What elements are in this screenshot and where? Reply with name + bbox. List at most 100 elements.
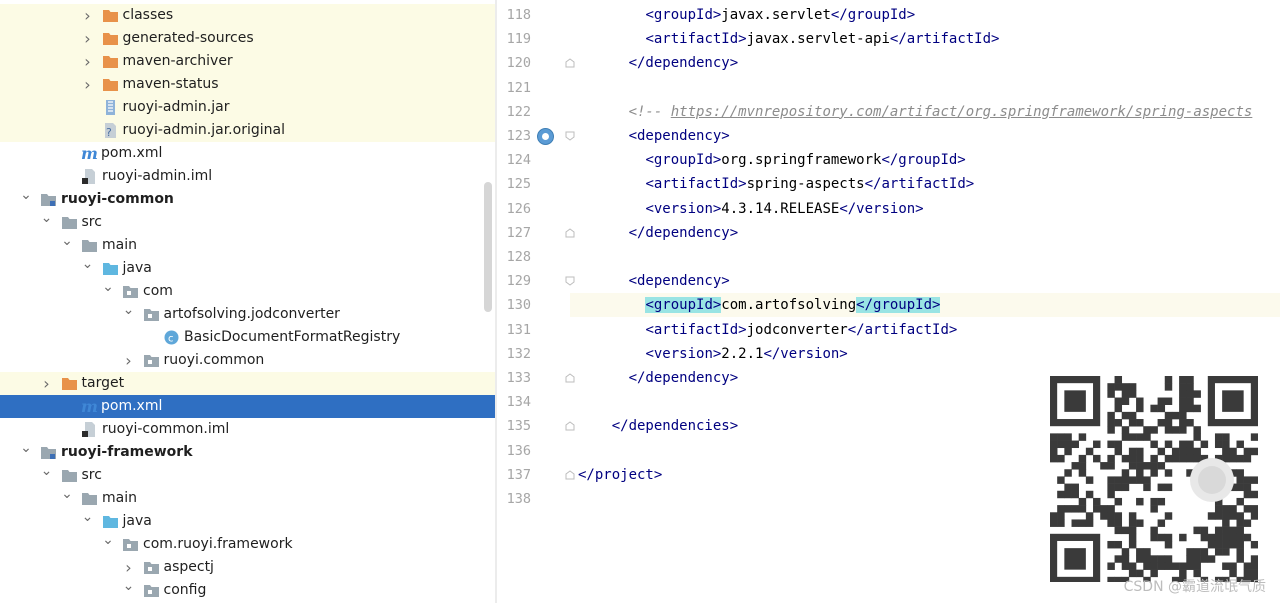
chevron-right-icon[interactable]: › xyxy=(80,73,96,96)
tree-row[interactable]: ruoyi-admin.jar xyxy=(0,95,495,119)
tree-row[interactable]: › ruoyi.common xyxy=(0,349,495,372)
tree-row[interactable]: ⌄ main xyxy=(0,487,495,510)
tree-row[interactable]: ruoyi-admin.iml xyxy=(0,165,495,188)
tree-row[interactable]: › generated-sources xyxy=(0,26,495,50)
code-line-current[interactable]: <groupId>com.artofsolving</groupId> xyxy=(570,293,1280,318)
tree-row-label: main xyxy=(102,489,137,506)
tree-row[interactable]: ⌄ java xyxy=(0,257,495,280)
code-line[interactable]: </dependencies> xyxy=(578,414,738,438)
chevron-right-icon[interactable]: › xyxy=(80,27,96,50)
line-number: 137 xyxy=(506,466,531,483)
chevron-right-icon[interactable]: › xyxy=(121,349,137,372)
package-icon xyxy=(122,536,139,553)
code-line[interactable]: </dependency> xyxy=(578,366,739,390)
chevron-right-icon[interactable]: › xyxy=(121,556,137,579)
line-number: 133 xyxy=(506,370,531,386)
chevron-down-icon[interactable]: ⌄ xyxy=(100,280,116,303)
chevron-down-icon[interactable]: ⌄ xyxy=(39,464,55,487)
fold-marker-icon[interactable] xyxy=(565,373,575,383)
chevron-down-icon[interactable]: ⌄ xyxy=(18,188,34,211)
tree-row[interactable]: m pom.xml xyxy=(0,142,495,165)
code-token: </artifactId> xyxy=(847,321,958,338)
chevron-right-icon[interactable]: › xyxy=(39,372,55,395)
svg-text:?: ? xyxy=(106,126,112,139)
tree-row-label: ruoyi-admin.jar.original xyxy=(122,121,285,138)
code-token: <version> xyxy=(645,200,722,217)
tree-row[interactable]: ⌄ config xyxy=(0,579,495,602)
code-line[interactable]: <artifactId>spring-aspects</artifactId> xyxy=(578,172,974,196)
chevron-right-icon[interactable]: › xyxy=(80,4,96,27)
line-number: 118 xyxy=(506,7,531,23)
fold-marker-icon[interactable] xyxy=(565,276,575,286)
code-line[interactable]: <version>2.2.1</version> xyxy=(578,342,847,366)
code-line[interactable]: <dependency> xyxy=(578,124,730,148)
tree-row[interactable]: › classes xyxy=(0,3,495,27)
fold-marker-icon[interactable] xyxy=(565,228,575,238)
code-token: jodconverter xyxy=(746,321,848,338)
code-line[interactable]: <groupId>javax.servlet</groupId> xyxy=(578,3,915,27)
code-token: </dependency> xyxy=(628,370,739,386)
fold-marker-icon[interactable] xyxy=(565,421,575,431)
chevron-down-icon[interactable]: ⌄ xyxy=(121,579,137,602)
code-token: 2.2.1 xyxy=(721,345,764,362)
tree-scrollbar[interactable] xyxy=(484,182,492,312)
line-number: 125 xyxy=(506,176,531,193)
tree-row[interactable]: ⌄ artofsolving.jodconverter xyxy=(0,303,495,326)
fold-marker-icon[interactable] xyxy=(565,131,575,141)
tree-row[interactable]: › target xyxy=(0,371,495,395)
chevron-down-icon[interactable]: ⌄ xyxy=(39,211,55,234)
chevron-down-icon[interactable]: ⌄ xyxy=(59,234,75,257)
tree-row-label: ruoyi-admin.jar xyxy=(122,98,230,115)
tree-row[interactable]: › aspectj xyxy=(0,556,495,579)
code-line[interactable]: </dependency> xyxy=(578,221,739,245)
line-number: 130 xyxy=(506,297,531,314)
tree-row[interactable]: ⌄ ruoyi-common xyxy=(0,188,495,211)
svg-text:m: m xyxy=(81,145,98,162)
package-icon xyxy=(122,283,139,300)
project-tree[interactable]: › classes › generated-sources › maven-archive… xyxy=(0,0,495,603)
code-line[interactable]: <artifactId>jodconverter</artifactId> xyxy=(578,318,957,342)
line-number: 120 xyxy=(506,55,531,72)
code-line[interactable]: <dependency> xyxy=(578,269,730,293)
code-token: <groupId> xyxy=(645,7,722,23)
code-line[interactable]: <groupId>org.springframework</groupId> xyxy=(578,148,965,172)
tree-row-selected[interactable]: m pom.xml xyxy=(0,394,495,418)
tree-row[interactable]: c BasicDocumentFormatRegistry xyxy=(0,326,495,349)
line-number: 128 xyxy=(506,249,531,265)
code-line[interactable]: <!-- https://mvnrepository.com/artifact/… xyxy=(578,100,1253,124)
chevron-right-icon[interactable]: › xyxy=(80,50,96,73)
fold-marker-icon[interactable] xyxy=(565,470,575,480)
code-token: <dependency> xyxy=(628,273,730,290)
code-line[interactable]: <version>4.3.14.RELEASE</version> xyxy=(578,197,923,221)
fold-marker-icon[interactable] xyxy=(565,58,575,68)
code-token: </groupId> xyxy=(856,297,941,314)
tree-row[interactable]: › maven-status xyxy=(0,72,495,96)
tree-row-label: ruoyi-framework xyxy=(61,443,193,460)
tree-row[interactable]: ⌄ src xyxy=(0,211,495,234)
chevron-down-icon[interactable]: ⌄ xyxy=(80,510,96,533)
code-line[interactable]: <artifactId>javax.servlet-api</artifactI… xyxy=(578,27,999,51)
line-number: 126 xyxy=(506,200,531,217)
comment-link[interactable]: https://mvnrepository.com/artifact/org.s… xyxy=(671,104,1253,120)
line-number: 131 xyxy=(506,321,531,338)
tree-row[interactable]: ⌄ src xyxy=(0,464,495,487)
chevron-down-icon[interactable]: ⌄ xyxy=(121,303,137,326)
tree-row[interactable]: ⌄ ruoyi-framework xyxy=(0,441,495,464)
tree-row[interactable]: ? ruoyi-admin.jar.original xyxy=(0,118,495,142)
chevron-down-icon[interactable]: ⌄ xyxy=(80,257,96,280)
tree-row[interactable]: › maven-archiver xyxy=(0,49,495,73)
chevron-down-icon[interactable]: ⌄ xyxy=(18,441,34,464)
code-line[interactable]: </project> xyxy=(578,463,662,487)
tree-row[interactable]: ruoyi-common.iml xyxy=(0,418,495,441)
jar-icon xyxy=(102,99,119,116)
spring-bean-icon[interactable] xyxy=(537,128,554,145)
tree-row[interactable]: ⌄ com.ruoyi.framework xyxy=(0,533,495,556)
tree-row[interactable]: ⌄ com xyxy=(0,280,495,303)
tree-row[interactable]: ⌄ main xyxy=(0,234,495,257)
tree-row[interactable]: ⌄ java xyxy=(0,510,495,533)
source-folder-icon xyxy=(102,513,119,530)
chevron-down-icon[interactable]: ⌄ xyxy=(59,487,75,510)
chevron-down-icon[interactable]: ⌄ xyxy=(100,533,116,556)
code-line[interactable]: </dependency> xyxy=(578,51,739,75)
tree-row-label: java xyxy=(122,512,152,529)
